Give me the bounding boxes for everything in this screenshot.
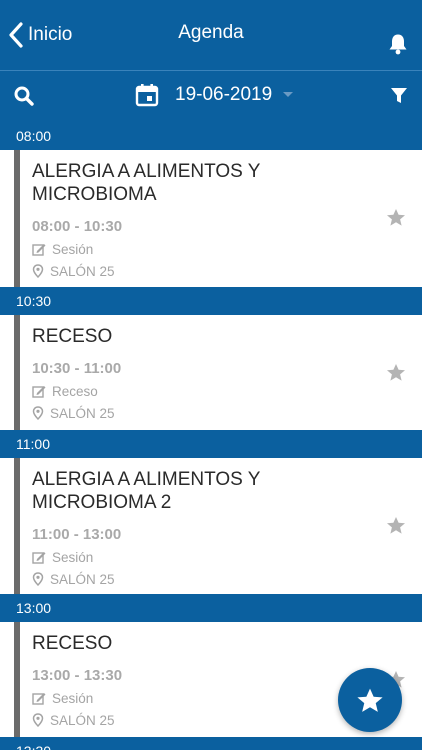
session-type: Sesión [52,549,94,565]
back-button[interactable]: Inicio [8,0,72,70]
session-title: ALERGIA A ALIMENTOS Y MICROBIOMA [32,161,261,205]
session-title: RECESO [32,326,113,347]
back-label: Inicio [28,24,73,45]
agenda-item[interactable]: RECESO 10:30 - 11:00 Receso SALÓN 25 [14,315,422,430]
calendar-icon [135,84,159,107]
map-pin-icon [32,264,44,278]
caret-down-icon [283,92,294,97]
date-picker[interactable]: 19-06-2019 [135,83,294,107]
session-type: Sesión [52,241,94,257]
favorites-fab[interactable] [338,668,402,732]
filter-button[interactable] [390,87,408,110]
time-header: 13:00 [0,594,422,622]
agenda-item[interactable]: ALERGIA A ALIMENTOS Y MICROBIOMA 08:00 -… [14,150,422,287]
time-header: 13:30 [0,737,422,750]
search-icon [14,86,34,106]
edit-icon [32,692,46,705]
edit-icon [32,551,46,564]
session-location: SALÓN 25 [50,263,115,279]
session-type-row: Receso [20,382,422,400]
session-type-row: Sesión [20,548,422,566]
favorite-button[interactable] [386,208,406,232]
session-title: RECESO [32,633,113,654]
time-header: 08:00 [0,122,422,150]
selected-date: 19-06-2019 [175,84,273,105]
session-location-row: SALÓN 25 [20,404,422,422]
page-title: Agenda [178,22,244,44]
bell-icon [389,34,407,55]
agenda-item[interactable]: ALERGIA A ALIMENTOS Y MICROBIOMA 2 11:00… [14,458,422,594]
edit-icon [32,243,46,256]
agenda-list: 08:00 ALERGIA A ALIMENTOS Y MICROBIOMA 0… [0,122,422,750]
notifications-button[interactable] [388,33,408,60]
session-location: SALÓN 25 [50,712,115,728]
session-time: 08:00 - 10:30 [32,218,123,235]
map-pin-icon [32,713,44,727]
session-title: ALERGIA A ALIMENTOS Y MICROBIOMA 2 [32,469,261,513]
session-type: Receso [52,383,98,399]
map-pin-icon [32,572,44,586]
session-time: 10:30 - 11:00 [32,360,122,377]
session-location: SALÓN 25 [50,405,115,421]
session-location-row: SALÓN 25 [20,570,422,588]
star-icon [387,209,405,226]
star-icon [357,688,383,712]
session-type: Sesión [52,690,94,706]
filter-icon [391,88,407,103]
star-icon [387,517,405,534]
map-pin-icon [32,406,44,420]
time-header: 10:30 [0,287,422,315]
time-header: 11:00 [0,430,422,458]
session-type-row: Sesión [20,240,422,258]
star-icon [387,364,405,381]
session-location-row: SALÓN 25 [20,262,422,280]
favorite-button[interactable] [386,516,406,540]
nav-bar: Inicio Agenda [0,0,422,70]
session-location: SALÓN 25 [50,571,115,587]
favorite-button[interactable] [386,363,406,387]
date-toolbar: 19-06-2019 [0,70,422,122]
search-button[interactable] [14,86,34,111]
chevron-left-icon [9,22,23,48]
session-time: 11:00 - 13:00 [32,526,122,543]
edit-icon [32,385,46,398]
